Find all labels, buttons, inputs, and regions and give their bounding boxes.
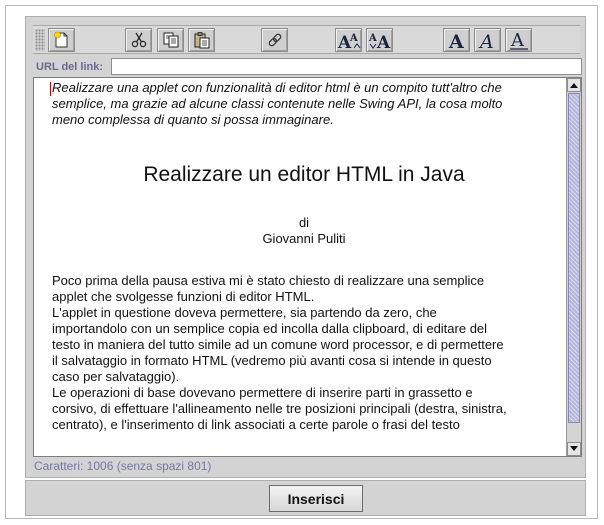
svg-text:A: A [510, 30, 525, 50]
body-line: testo in maniera del tutto simile ad un … [52, 337, 504, 352]
paste-icon [194, 32, 209, 49]
scrollbar-thumb[interactable] [568, 93, 580, 423]
svg-text:A: A [376, 33, 391, 50]
document-title: Realizzare un editor HTML in Java [143, 163, 465, 186]
vertical-scrollbar[interactable] [566, 78, 581, 456]
byline: di [298, 215, 310, 230]
intro-line: semplice, ma grazie ad alcune classi con… [52, 96, 503, 111]
svg-text:A: A [349, 33, 358, 44]
character-count-status: Caratteri: 1006 (senza spazi 801) [34, 459, 212, 473]
arrow-down-icon [570, 446, 578, 451]
body-line: importandolo con un semplice copia ed in… [52, 321, 488, 336]
link-url-label: URL del link: [36, 61, 104, 73]
body-line: Poco prima della pausa estiva mi è stato… [52, 273, 485, 288]
cut-button[interactable] [125, 28, 152, 52]
body-line: applet che svolgesse funzioni di editor … [52, 289, 315, 304]
body-paragraph: Poco prima della pausa estiva mi è stato… [52, 273, 556, 433]
intro-line: meno complessa di quanto si possa immagi… [52, 112, 334, 127]
new-document-icon [53, 31, 67, 48]
insert-link-button[interactable] [261, 28, 288, 52]
italic-button[interactable]: A [474, 28, 501, 52]
scroll-down-button[interactable] [567, 442, 581, 456]
copy-button[interactable] [157, 28, 184, 52]
body-line: Le operazioni di base dovevano permetter… [52, 385, 473, 400]
toolbar-grip[interactable] [35, 29, 45, 51]
editor-panel: A A A A A A A URL del link: Realizzare u… [25, 16, 586, 478]
bold-icon: A [448, 31, 464, 50]
increase-font-button[interactable]: A A [335, 28, 362, 52]
new-document-button[interactable] [48, 28, 75, 52]
applet-frame: A A A A A A A URL del link: Realizzare u… [5, 5, 598, 519]
body-line: caso per salvataggio). [52, 369, 180, 384]
bold-button[interactable]: A [443, 28, 470, 52]
text-caret [50, 82, 51, 96]
body-line: il salvataggio in formato HTML (vedremo … [52, 353, 492, 368]
font-size-down-icon: A A [368, 33, 391, 50]
link-url-row: URL del link: [33, 58, 582, 78]
body-line: corsivo, di effettuare l'allineamento ne… [52, 401, 507, 416]
font-size-up-icon: A A [337, 33, 360, 50]
html-editor-area[interactable]: Realizzare una applet con funzionalità d… [33, 77, 582, 457]
svg-text:A: A [448, 31, 464, 50]
copy-icon [163, 32, 178, 48]
author-name: Giovanni Puliti [262, 231, 346, 246]
intro-paragraph: Realizzare una applet con funzionalità d… [52, 80, 556, 128]
intro-line: Realizzare una applet con funzionalità d… [52, 80, 502, 95]
decrease-font-button[interactable]: A A [366, 28, 393, 52]
scroll-up-button[interactable] [567, 78, 581, 92]
editor-content[interactable]: Realizzare una applet con funzionalità d… [34, 78, 566, 456]
svg-text:A: A [368, 33, 377, 44]
svg-text:A: A [478, 31, 494, 50]
paste-button[interactable] [188, 28, 215, 52]
insert-button[interactable]: Inserisci [269, 485, 363, 512]
action-bar: Inserisci [25, 480, 586, 516]
arrow-up-icon [570, 83, 578, 88]
underline-icon: A [509, 30, 528, 50]
body-line: L'applet in questione doveva permettere,… [52, 305, 437, 320]
link-url-input[interactable] [111, 58, 582, 75]
underline-button[interactable]: A [505, 28, 532, 52]
formatting-toolbar: A A A A A A A [33, 25, 580, 54]
italic-icon: A [478, 31, 494, 50]
body-line: centrato), e l'inserimento di link assoc… [52, 417, 460, 432]
link-icon [268, 33, 281, 47]
scissors-icon [131, 32, 146, 48]
